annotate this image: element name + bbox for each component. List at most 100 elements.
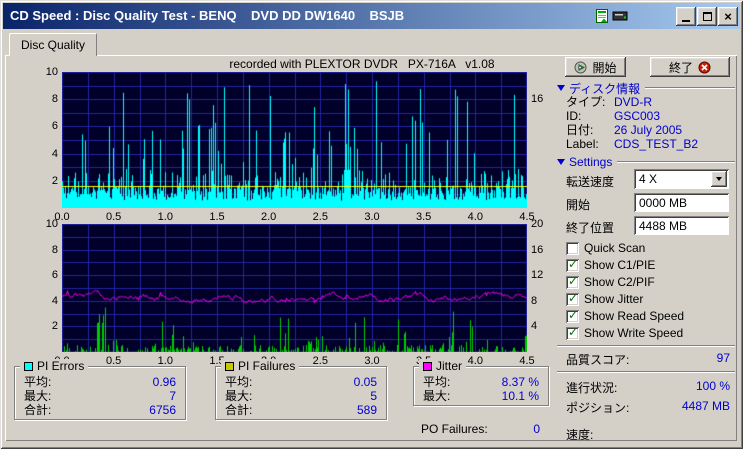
checkbox-label: Quick Scan <box>584 241 645 255</box>
disc-id-value: GSC003 <box>614 110 660 123</box>
speed-select[interactable]: 4 X <box>634 169 729 189</box>
checkbox-box: ✓ <box>566 242 579 255</box>
checkbox-quick-scan[interactable]: ✓ Quick Scan <box>566 241 645 255</box>
disc-type-value: DVD-R <box>614 96 652 109</box>
pi-failures-jitter-chart <box>62 224 527 352</box>
checkbox-label: Show Jitter <box>584 292 643 306</box>
end-position-input[interactable] <box>634 216 729 235</box>
titlebar-app-icon-1[interactable] <box>594 8 610 24</box>
settings-header: Settings <box>557 155 735 169</box>
divider <box>557 345 735 347</box>
stat-label: 最大: <box>225 390 252 403</box>
settings-header-label: Settings <box>569 155 612 169</box>
close-button[interactable]: × <box>718 7 738 26</box>
tab-label: Disc Quality <box>21 38 85 52</box>
y-axis-tick-left: 2 <box>20 320 58 332</box>
checkbox-show-write-speed[interactable]: ✓ Show Write Speed <box>566 326 683 340</box>
progress-label: 進行状況: <box>566 379 617 396</box>
check-icon: ✓ <box>568 308 578 322</box>
checkbox-show-c1-pie[interactable]: ✓ Show C1/PIE <box>566 258 655 272</box>
x-axis-tick: 1.5 <box>202 211 232 223</box>
quality-score-row: 品質スコア: 97 <box>566 351 730 368</box>
check-icon: ✓ <box>568 325 578 339</box>
checkbox-box: ✓ <box>566 276 579 289</box>
y-axis-tick-right: 20 <box>531 218 561 230</box>
disc-date-row: 日付: 26 July 2005 <box>566 124 738 137</box>
y-axis-tick-right: 4 <box>531 320 561 332</box>
y-axis-tick-left: 10 <box>20 218 58 230</box>
y-axis-tick-right: 8 <box>531 295 561 307</box>
x-axis-tick: 3.5 <box>409 211 439 223</box>
disc-label-value: CDS_TEST_B2 <box>614 138 698 151</box>
titlebar-app-icon-2[interactable] <box>612 8 628 24</box>
position-label: ポジション: <box>566 399 629 416</box>
stat-label: 最大: <box>423 390 450 403</box>
jitter-color-swatch <box>423 362 432 371</box>
stat-value: 0.96 <box>153 376 176 389</box>
checkbox-box: ✓ <box>566 293 579 306</box>
po-failures-label: PO Failures: <box>421 422 488 436</box>
exit-button[interactable]: 終了 <box>650 57 730 77</box>
document-disc-icon <box>594 8 610 24</box>
section-divider-line <box>617 161 735 163</box>
pi-failures-legend: PI Failures <box>221 359 299 373</box>
speed-select-value: 4 X <box>639 172 657 186</box>
stat-value: 589 <box>357 404 377 417</box>
stat-label: 平均: <box>225 376 252 389</box>
window-title: CD Speed : Disc Quality Test - BENQ DVD … <box>10 3 404 29</box>
pi-errors-color-swatch <box>24 362 33 371</box>
stat-row: 最大:5 <box>225 390 377 403</box>
checkbox-show-jitter[interactable]: ✓ Show Jitter <box>566 292 643 306</box>
quality-score-value: 97 <box>717 351 730 368</box>
end-position-label: 終了位置 <box>566 219 614 236</box>
checkbox-box: ✓ <box>566 259 579 272</box>
check-icon: ✓ <box>568 291 578 305</box>
y-axis-tick-left: 4 <box>20 148 58 160</box>
disc-id-row: ID: GSC003 <box>566 110 738 123</box>
checkbox-label: Show C1/PIE <box>584 258 655 272</box>
checkbox-label: Show C2/PIF <box>584 275 655 289</box>
chevron-down-icon[interactable] <box>711 171 727 187</box>
stat-row: 平均:0.96 <box>24 376 176 389</box>
stat-value: 6756 <box>149 404 176 417</box>
progress-row: 進行状況: 100 % <box>566 379 730 396</box>
stat-value: 8.37 % <box>502 376 539 389</box>
close-icon: × <box>724 10 732 23</box>
section-divider-line <box>645 87 735 89</box>
check-icon: ✓ <box>568 257 578 271</box>
exit-icon <box>698 61 711 74</box>
disc-date-label: 日付: <box>566 124 593 137</box>
checkbox-show-c2-pif[interactable]: ✓ Show C2/PIF <box>566 275 655 289</box>
chevron-down-glyph <box>716 177 722 181</box>
start-button-label: 開始 <box>592 59 616 76</box>
checkbox-box: ✓ <box>566 310 579 323</box>
progress-value: 100 % <box>696 379 730 396</box>
y-axis-tick-right: 16 <box>531 244 561 256</box>
start-position-label: 開始 <box>566 196 590 213</box>
cd-speed-window: CD Speed : Disc Quality Test - BENQ DVD … <box>0 0 743 449</box>
maximize-button[interactable] <box>697 7 717 26</box>
start-position-input[interactable] <box>634 193 729 212</box>
disc-type-row: タイプ: DVD-R <box>566 96 738 109</box>
stat-value: 10.1 % <box>502 390 539 403</box>
drive-icon <box>612 8 628 24</box>
minimize-button[interactable] <box>676 7 696 26</box>
disc-id-label: ID: <box>566 110 581 123</box>
start-button[interactable]: 開始 <box>565 57 626 77</box>
stat-row: 平均:0.05 <box>225 376 377 389</box>
y-axis-tick-left: 4 <box>20 295 58 307</box>
checkbox-show-read-speed[interactable]: ✓ Show Read Speed <box>566 309 684 323</box>
checkbox-label: Show Read Speed <box>584 309 684 323</box>
checkbox-box: ✓ <box>566 327 579 340</box>
stat-row: 合計:589 <box>225 404 377 417</box>
section-arrow-icon <box>557 85 565 91</box>
y-axis-tick-right: 12 <box>531 269 561 281</box>
jitter-legend: Jitter <box>419 359 466 373</box>
x-axis-tick: 3.0 <box>357 211 387 223</box>
stat-row: 合計:6756 <box>24 404 176 417</box>
position-value: 4487 MB <box>682 399 730 416</box>
tab-disc-quality[interactable]: Disc Quality <box>9 33 97 56</box>
stat-row: 平均:8.37 % <box>423 376 539 389</box>
titlebar[interactable]: CD Speed : Disc Quality Test - BENQ DVD … <box>3 3 740 29</box>
stat-value: 7 <box>169 390 176 403</box>
